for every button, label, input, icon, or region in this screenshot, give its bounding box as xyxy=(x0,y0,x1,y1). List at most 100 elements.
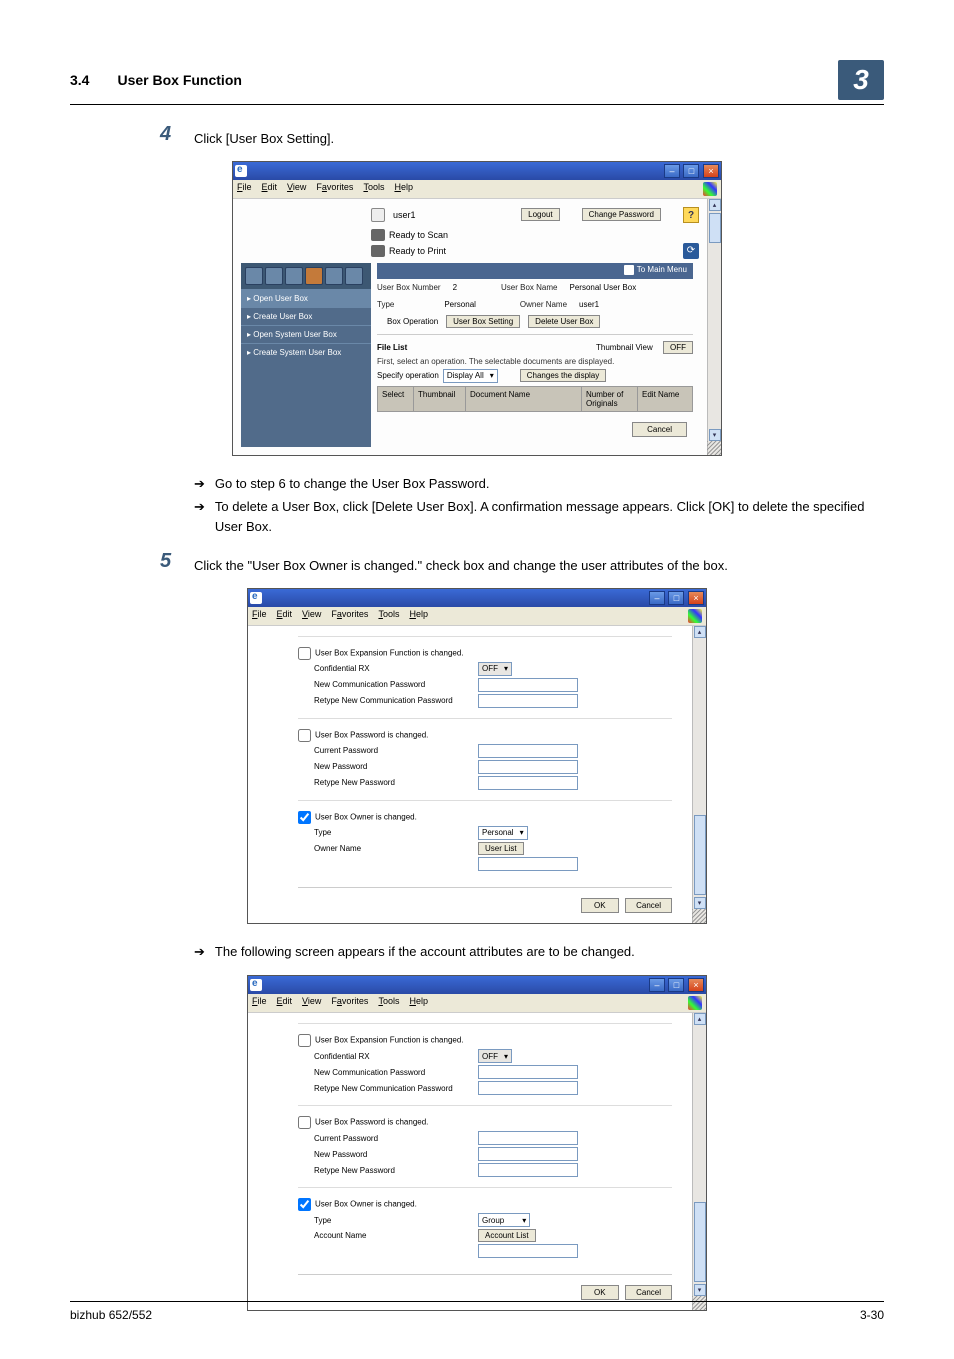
resize-grip-icon[interactable] xyxy=(707,441,721,455)
chevron-down-icon: ▾ xyxy=(522,1216,526,1225)
account-list-button[interactable]: Account List xyxy=(478,1229,536,1242)
menu-help[interactable]: Help xyxy=(394,182,413,196)
close-button[interactable]: × xyxy=(703,164,719,178)
scroll-up-arrow-icon[interactable]: ▴ xyxy=(694,626,706,638)
nav-icon-6[interactable] xyxy=(345,267,363,285)
owner-checkbox[interactable] xyxy=(298,1198,311,1211)
nav-icon-2[interactable] xyxy=(265,267,283,285)
menu-tools[interactable]: Tools xyxy=(378,996,399,1010)
to-main-menu-link[interactable]: To Main Menu xyxy=(637,265,687,274)
chevron-down-icon: ▾ xyxy=(490,371,494,380)
thumbnail-view-label: Thumbnail View xyxy=(596,343,653,352)
resize-grip-icon[interactable] xyxy=(692,909,706,923)
confidential-rx-select[interactable]: OFF▾ xyxy=(478,1049,512,1063)
menu-help[interactable]: Help xyxy=(409,609,428,623)
maximize-button[interactable]: □ xyxy=(683,164,699,178)
new-pw-input[interactable] xyxy=(478,760,578,774)
confidential-rx-select[interactable]: OFF▾ xyxy=(478,662,512,676)
maximize-button[interactable]: □ xyxy=(668,591,684,605)
user-list-button[interactable]: User List xyxy=(478,842,524,855)
specify-operation-select[interactable]: Display All▾ xyxy=(443,369,498,383)
sidebar-item-create-user-box[interactable]: ▸ Create User Box xyxy=(241,307,371,325)
close-button[interactable]: × xyxy=(688,978,704,992)
minimize-button[interactable]: – xyxy=(649,591,665,605)
sidebar-item-create-system-user-box[interactable]: ▸ Create System User Box xyxy=(241,343,371,361)
sidebar-item-open-system-user-box[interactable]: ▸ Open System User Box xyxy=(241,325,371,343)
minimize-button[interactable]: – xyxy=(664,164,680,178)
menu-favorites[interactable]: Favorites xyxy=(331,996,368,1010)
new-pw-input[interactable] xyxy=(478,1147,578,1161)
thumbnail-off-button[interactable]: OFF xyxy=(663,341,693,354)
maximize-button[interactable]: □ xyxy=(668,978,684,992)
owner-name-input[interactable] xyxy=(478,857,578,871)
account-name-input[interactable] xyxy=(478,1244,578,1258)
change-password-button[interactable]: Change Password xyxy=(582,208,661,221)
minimize-button[interactable]: – xyxy=(649,978,665,992)
vertical-scrollbar[interactable]: ▴ ▾ xyxy=(692,1013,706,1310)
scroll-down-arrow-icon[interactable]: ▾ xyxy=(709,429,721,441)
menu-tools[interactable]: Tools xyxy=(363,182,384,196)
scroll-thumb[interactable] xyxy=(694,815,706,895)
nav-icon-4[interactable] xyxy=(305,267,323,285)
logout-button[interactable]: Logout xyxy=(521,208,559,221)
user-box-setting-button[interactable]: User Box Setting xyxy=(446,315,520,328)
scroll-thumb[interactable] xyxy=(694,1202,706,1282)
retype-comm-pw-input[interactable] xyxy=(478,1081,578,1095)
cancel-button[interactable]: Cancel xyxy=(625,898,672,913)
nav-icon-5[interactable] xyxy=(325,267,343,285)
current-pw-input[interactable] xyxy=(478,1131,578,1145)
current-pw-input[interactable] xyxy=(478,744,578,758)
password-checkbox[interactable] xyxy=(298,1116,311,1129)
expansion-checkbox[interactable] xyxy=(298,647,311,660)
menu-file[interactable]: File xyxy=(252,996,267,1010)
menu-favorites[interactable]: Favorites xyxy=(331,609,368,623)
ok-button[interactable]: OK xyxy=(581,1285,619,1300)
scroll-up-arrow-icon[interactable]: ▴ xyxy=(709,199,721,211)
scroll-down-arrow-icon[interactable]: ▾ xyxy=(694,897,706,909)
menu-favorites[interactable]: Favorites xyxy=(316,182,353,196)
nav-icon-1[interactable] xyxy=(245,267,263,285)
ubnum-value: 2 xyxy=(453,283,457,292)
menu-help[interactable]: Help xyxy=(409,996,428,1010)
refresh-icon[interactable]: ⟳ xyxy=(683,243,699,259)
close-button[interactable]: × xyxy=(688,591,704,605)
changes-display-button[interactable]: Changes the display xyxy=(520,369,607,382)
scroll-up-arrow-icon[interactable]: ▴ xyxy=(694,1013,706,1025)
cancel-button[interactable]: Cancel xyxy=(632,422,687,437)
vertical-scrollbar[interactable]: ▴ ▾ xyxy=(707,199,721,455)
vertical-scrollbar[interactable]: ▴ ▾ xyxy=(692,626,706,923)
arrow-icon: ➔ xyxy=(194,474,205,494)
file-list-hint: First, select an operation. The selectab… xyxy=(377,357,693,366)
help-icon[interactable]: ? xyxy=(683,207,699,223)
scroll-down-arrow-icon[interactable]: ▾ xyxy=(694,1284,706,1296)
owner-checkbox[interactable] xyxy=(298,811,311,824)
delete-user-box-button[interactable]: Delete User Box xyxy=(528,315,600,328)
menu-edit[interactable]: Edit xyxy=(277,996,293,1010)
menu-view[interactable]: View xyxy=(302,996,321,1010)
ubnum-label: User Box Number xyxy=(377,283,441,292)
section-number: 3.4 xyxy=(70,72,89,88)
nav-icon-3[interactable] xyxy=(285,267,303,285)
menu-view[interactable]: View xyxy=(302,609,321,623)
expansion-checkbox[interactable] xyxy=(298,1034,311,1047)
nav-icon-row xyxy=(241,263,371,289)
sidebar-item-open-user-box[interactable]: ▸ Open User Box xyxy=(241,289,371,307)
new-comm-pw-input[interactable] xyxy=(478,1065,578,1079)
menu-file[interactable]: FFileile xyxy=(237,182,252,196)
menu-tools[interactable]: Tools xyxy=(378,609,399,623)
scroll-thumb[interactable] xyxy=(709,213,721,243)
screenshot-1-window: – □ × FFileile Edit View Favorites Tools… xyxy=(232,161,722,456)
ok-button[interactable]: OK xyxy=(581,898,619,913)
retype-pw-input[interactable] xyxy=(478,776,578,790)
menu-view[interactable]: View xyxy=(287,182,306,196)
cancel-button[interactable]: Cancel xyxy=(625,1285,672,1300)
retype-comm-pw-input[interactable] xyxy=(478,694,578,708)
menu-edit[interactable]: Edit xyxy=(262,182,278,196)
menu-edit[interactable]: Edit xyxy=(277,609,293,623)
owner-type-select[interactable]: Personal▾ xyxy=(478,826,528,840)
owner-type-select[interactable]: Group▾ xyxy=(478,1213,530,1227)
password-checkbox[interactable] xyxy=(298,729,311,742)
retype-pw-input[interactable] xyxy=(478,1163,578,1177)
new-comm-pw-input[interactable] xyxy=(478,678,578,692)
menu-file[interactable]: File xyxy=(252,609,267,623)
